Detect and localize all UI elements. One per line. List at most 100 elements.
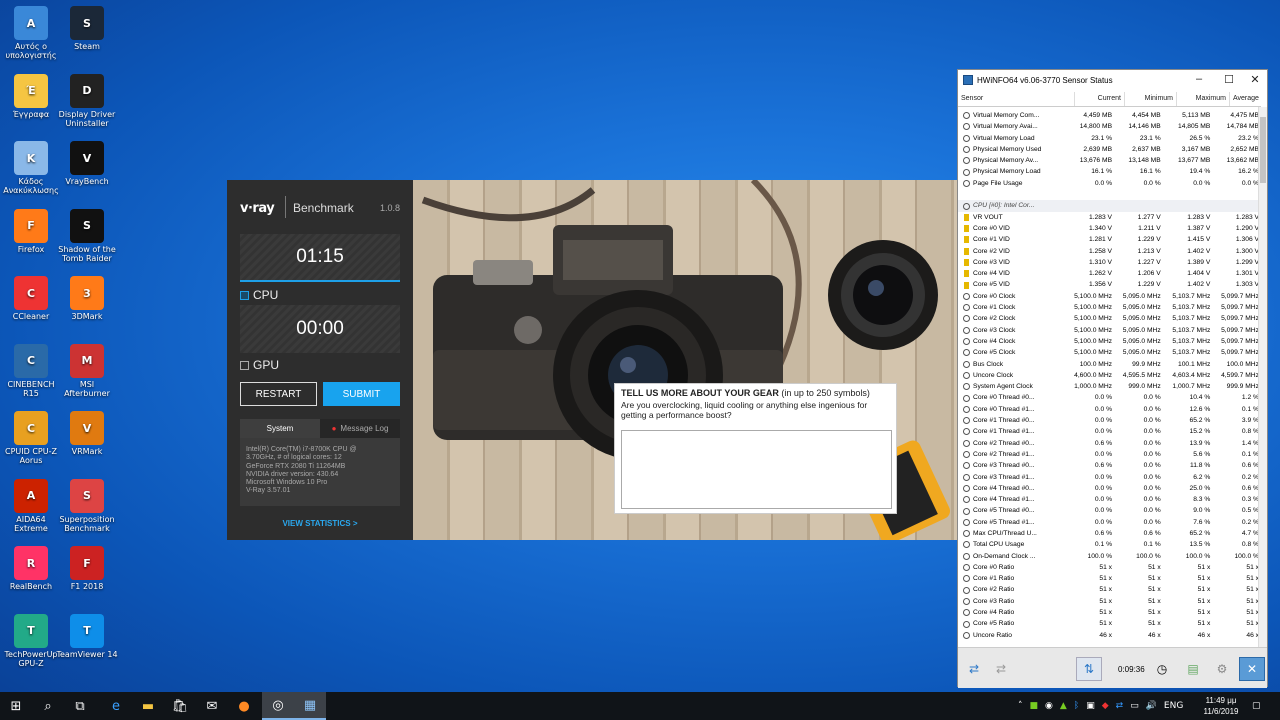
task-view-icon[interactable]: ⧉ <box>64 692 96 720</box>
sensor-row[interactable] <box>958 189 1261 200</box>
hwinfo-scrollbar[interactable] <box>1258 107 1267 647</box>
desktop-icon-f1[interactable]: F F1 2018 <box>56 546 118 591</box>
col-average[interactable]: Average <box>1230 92 1261 106</box>
col-current[interactable]: Current <box>1075 92 1125 106</box>
sensor-row[interactable]: Core #4 VID 1.262 V 1.206 V 1.404 V 1.301 V <box>958 268 1261 279</box>
sensor-row[interactable]: Core #3 Ratio 51 x 51 x 51 x 51 x <box>958 596 1261 607</box>
desktop-icon-ddu[interactable]: D Display Driver Uninstaller <box>56 73 118 128</box>
desktop-icon-firefox[interactable]: F Firefox <box>0 208 62 254</box>
close-sensors-icon[interactable]: ✕ <box>1239 657 1265 681</box>
tray-hwinfo-icon[interactable]: ▣ <box>1086 701 1095 711</box>
sensor-row[interactable]: Core #0 Thread #0... 0.0 % 0.0 % 10.4 % 1.2 … <box>958 392 1261 403</box>
desktop-icon-aida64[interactable]: A AIDA64 Extreme <box>0 478 62 533</box>
settings-icon[interactable]: ⚙ <box>1209 657 1235 681</box>
sensor-row[interactable]: Core #2 Ratio 51 x 51 x 51 x 51 x <box>958 584 1261 595</box>
tab-message-log[interactable]: ● Message Log <box>320 419 400 438</box>
sensor-row[interactable]: System Agent Clock 1,000.0 MHz 999.0 MHz 1,… <box>958 381 1261 392</box>
sensor-row[interactable]: Virtual Memory Com... 4,459 MB 4,454 MB 5,1… <box>958 110 1261 121</box>
desktop-icon-vrmark[interactable]: V VRMark <box>56 411 118 456</box>
sensor-group-row[interactable]: CPU [#0]: Intel Cor... <box>958 200 1261 212</box>
tab-system[interactable]: System <box>240 419 320 438</box>
desktop-icon-steam[interactable]: S Steam <box>56 6 118 51</box>
close-icon[interactable]: ✕ <box>1242 73 1268 86</box>
vraybench-taskbar-icon[interactable]: ◎ <box>262 692 294 720</box>
sensor-row[interactable]: Core #3 Thread #0... 0.6 % 0.0 % 11.8 % 0.6 … <box>958 460 1261 471</box>
sensor-row[interactable]: Max CPU/Thread U... 0.6 % 0.6 % 65.2 % 4.7 % <box>958 528 1261 539</box>
sensor-row[interactable]: Virtual Memory Avai... 14,800 MB 14,146 MB… <box>958 121 1261 132</box>
clock-icon[interactable]: ◷ <box>1149 657 1175 681</box>
col-sensor[interactable]: Sensor <box>958 92 1075 106</box>
tray-afterburner-icon[interactable]: ◆ <box>1102 701 1109 711</box>
desktop-icon-gpuz[interactable]: T TechPowerUp GPU-Z <box>0 613 62 668</box>
sensor-row[interactable]: Page File Usage 0.0 % 0.0 % 0.0 % 0.0 % <box>958 178 1261 189</box>
search-icon[interactable]: ⌕ <box>32 692 64 720</box>
restart-button[interactable]: RESTART <box>240 382 317 406</box>
sensor-row[interactable]: Physical Memory Used 2,639 MB 2,637 MB 3,16… <box>958 144 1261 155</box>
sensor-row[interactable]: On-Demand Clock ... 100.0 % 100.0 % 100.0 %… <box>958 551 1261 562</box>
tray-volume-icon[interactable]: 🔊 <box>1146 701 1157 711</box>
sensor-row[interactable]: Core #1 Thread #1... 0.0 % 0.0 % 15.2 % 0.8 … <box>958 426 1261 437</box>
sensor-row[interactable]: Core #1 Thread #0... 0.0 % 0.0 % 65.2 % 3.9 … <box>958 415 1261 426</box>
desktop-icon-cpuz[interactable]: C CPUID CPU-Z Aorus <box>0 411 62 465</box>
desktop-icon-realbench[interactable]: R RealBench <box>0 546 62 591</box>
sensor-row[interactable]: Core #2 Thread #0... 0.6 % 0.0 % 13.9 % 1.4 … <box>958 438 1261 449</box>
sensor-row[interactable]: Uncore Clock 4,600.0 MHz 4,595.5 MHz 4,603.… <box>958 370 1261 381</box>
tray-teamviewer-icon[interactable]: ⇄ <box>1116 701 1124 711</box>
gear-textarea[interactable] <box>621 430 892 509</box>
sensor-row[interactable]: Core #5 Thread #1... 0.0 % 0.0 % 7.6 % 0.2 % <box>958 517 1261 528</box>
mail-icon[interactable]: ✉ <box>196 692 228 720</box>
hwinfo-titlebar[interactable]: HWiNFO64 v6.06-3770 Sensor Status – ☐ ✕ <box>958 70 1267 90</box>
sensor-row[interactable]: Core #3 Clock 5,100.0 MHz 5,095.0 MHz 5,103… <box>958 325 1261 336</box>
desktop-icon-afterburner[interactable]: M MSI Afterburner <box>56 343 118 398</box>
gpu-checkbox[interactable] <box>240 360 249 370</box>
desktop-icon-documents[interactable]: Έ Έγγραφα <box>0 73 62 119</box>
sensor-row[interactable]: Total CPU Usage 0.1 % 0.1 % 13.5 % 0.8 % <box>958 539 1261 550</box>
add-report-icon[interactable]: ▤ <box>1180 657 1206 681</box>
sensor-row[interactable]: Core #0 Clock 5,100.0 MHz 5,095.0 MHz 5,103… <box>958 291 1261 302</box>
sensor-row[interactable]: Core #2 VID 1.258 V 1.213 V 1.402 V 1.300 V <box>958 246 1261 257</box>
submit-button[interactable]: SUBMIT <box>323 382 400 406</box>
network-icon[interactable]: ⇅ <box>1076 657 1102 681</box>
sensor-row[interactable]: Core #5 Clock 5,100.0 MHz 5,095.0 MHz 5,103… <box>958 347 1261 358</box>
sensor-row[interactable]: Core #1 Clock 5,100.0 MHz 5,095.0 MHz 5,103… <box>958 302 1261 313</box>
maximize-icon[interactable]: ☐ <box>1216 73 1242 86</box>
sensor-row[interactable]: VR VOUT 1.283 V 1.277 V 1.283 V 1.283 V <box>958 212 1261 223</box>
taskbar-clock[interactable]: 11:49 μμ 11/6/2019 <box>1196 695 1246 717</box>
gpu-toggle[interactable]: GPU <box>240 358 279 372</box>
scroll-thumb[interactable] <box>1260 117 1266 183</box>
desktop-icon-3dmark[interactable]: 3 3DMark <box>56 276 118 321</box>
sensor-row[interactable]: Core #1 VID 1.281 V 1.229 V 1.415 V 1.306 V <box>958 234 1261 245</box>
desktop-icon-tomb-raider[interactable]: S Shadow of the Tomb Raider <box>56 208 118 263</box>
sensor-row[interactable]: Core #1 Ratio 51 x 51 x 51 x 51 x <box>958 573 1261 584</box>
sensor-row[interactable]: Physical Memory Av... 13,676 MB 13,148 MB 1… <box>958 155 1261 166</box>
sensor-row[interactable]: Core #0 Ratio 51 x 51 x 51 x 51 x <box>958 562 1261 573</box>
sensor-row[interactable]: Uncore Ratio 46 x 46 x 46 x 46 x <box>958 630 1261 641</box>
firefox-taskbar-icon[interactable]: ● <box>228 692 260 720</box>
nav-arrows-icon[interactable]: ⇄ <box>961 657 987 681</box>
desktop-icon-teamviewer[interactable]: T TeamViewer 14 <box>56 613 118 659</box>
tray-steam-icon[interactable]: ◉ <box>1045 701 1053 711</box>
sensor-row[interactable]: Physical Memory Load 16.1 % 16.1 % 19.4 % 16… <box>958 166 1261 177</box>
tray-network-icon[interactable]: ▭ <box>1130 701 1139 711</box>
cpu-checkbox[interactable] <box>240 290 249 300</box>
desktop-icon-cinebench[interactable]: C CINEBENCH R15 <box>0 343 62 398</box>
nav-arrows-disabled-icon[interactable]: ⇄ <box>988 657 1014 681</box>
sensor-row[interactable]: Core #3 Thread #1... 0.0 % 0.0 % 6.2 % 0.2 % <box>958 472 1261 483</box>
sensor-row[interactable]: Core #5 Thread #0... 0.0 % 0.0 % 9.0 % 0.5 % <box>958 505 1261 516</box>
sensor-row[interactable]: Core #2 Clock 5,100.0 MHz 5,095.0 MHz 5,103… <box>958 313 1261 324</box>
sensor-row[interactable]: Virtual Memory Load 23.1 % 23.1 % 26.5 % 23.… <box>958 133 1261 144</box>
col-maximum[interactable]: Maximum <box>1177 92 1230 106</box>
view-statistics-link[interactable]: VIEW STATISTICS > <box>227 519 413 528</box>
edge-icon[interactable]: e <box>100 692 132 720</box>
sensor-row[interactable]: Core #5 Ratio 51 x 51 x 51 x 51 x <box>958 618 1261 629</box>
minimize-icon[interactable]: – <box>1186 73 1212 85</box>
start-button[interactable]: ⊞ <box>0 692 32 720</box>
sensor-row[interactable]: Core #3 VID 1.310 V 1.227 V 1.389 V 1.299 V <box>958 257 1261 268</box>
sensor-row[interactable]: Core #4 Thread #1... 0.0 % 0.0 % 8.3 % 0.3 % <box>958 494 1261 505</box>
col-minimum[interactable]: Minimum <box>1125 92 1177 106</box>
sensor-row[interactable]: Core #4 Ratio 51 x 51 x 51 x 51 x <box>958 607 1261 618</box>
sensor-row[interactable]: Core #2 Thread #1... 0.0 % 0.0 % 5.6 % 0.1 % <box>958 449 1261 460</box>
file-explorer-icon[interactable]: ▬ <box>132 692 164 720</box>
sensor-row[interactable]: Core #4 Clock 5,100.0 MHz 5,095.0 MHz 5,103… <box>958 336 1261 347</box>
cpu-toggle[interactable]: CPU <box>240 288 278 302</box>
